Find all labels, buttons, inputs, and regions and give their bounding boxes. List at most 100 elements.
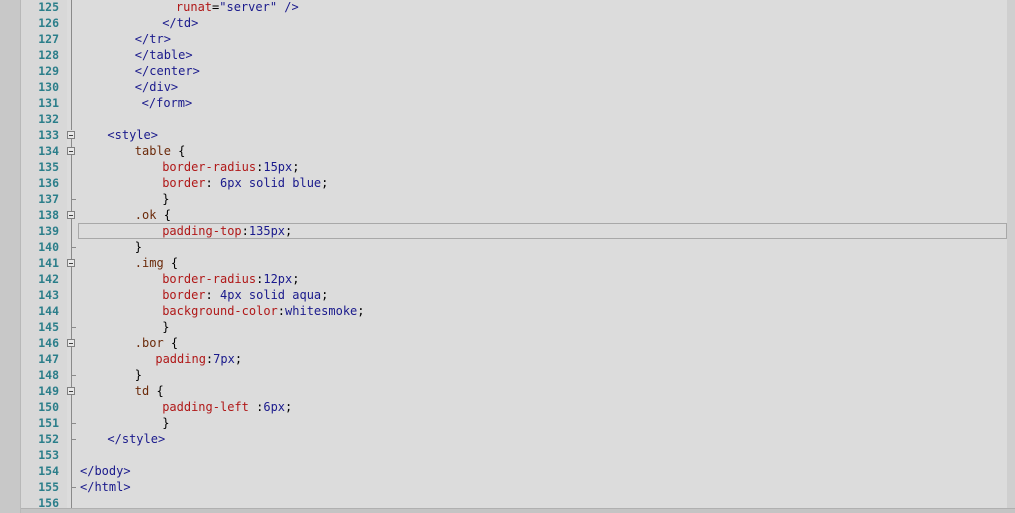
code-token: </td> (162, 16, 199, 30)
code-token: padding-left (162, 400, 257, 414)
code-token: border (162, 288, 206, 302)
code-line[interactable]: </html> (80, 479, 131, 495)
line-number: 145 (38, 320, 59, 334)
code-token: 4px solid aqua (220, 288, 322, 302)
code-token: ; (357, 304, 365, 318)
code-line[interactable]: } (162, 415, 169, 431)
collapse-toggle-icon[interactable] (67, 339, 75, 347)
line-number: 150 (38, 400, 59, 414)
code-line[interactable]: .bor { (135, 335, 178, 351)
line-number: 152 (38, 432, 59, 446)
code-token: ; (292, 272, 300, 286)
code-token: ; (285, 400, 293, 414)
outline-end-tick (71, 439, 76, 440)
outline-guide (71, 139, 72, 511)
code-token: : (205, 288, 220, 302)
code-line[interactable]: border-radius:15px; (162, 159, 299, 175)
vertical-scrollbar[interactable] (1007, 0, 1015, 513)
code-line[interactable]: </body> (80, 463, 131, 479)
code-line[interactable]: background-color:whitesmoke; (162, 303, 364, 319)
code-token: ; (321, 176, 329, 190)
code-line[interactable]: </div> (135, 79, 178, 95)
code-token: { (156, 384, 164, 398)
code-line[interactable]: </form> (142, 95, 193, 111)
collapse-toggle-icon[interactable] (67, 259, 75, 267)
outline-end-tick (71, 375, 76, 376)
code-line[interactable]: padding:7px; (155, 351, 242, 367)
code-token: padding (155, 352, 206, 366)
code-line[interactable]: } (135, 367, 142, 383)
code-token: .img (134, 256, 171, 270)
code-token: : (205, 176, 220, 190)
code-token: border (162, 176, 206, 190)
collapse-toggle-icon[interactable] (67, 131, 75, 139)
code-token: </form> (141, 96, 193, 110)
code-line[interactable]: .ok { (135, 207, 171, 223)
code-line[interactable]: border: 4px solid aqua; (162, 287, 328, 303)
code-token: } (162, 416, 170, 430)
collapse-toggle-icon[interactable] (67, 147, 75, 155)
line-number: 146 (38, 336, 59, 350)
code-line[interactable]: runat="server" /> (176, 0, 299, 15)
line-number: 143 (38, 288, 59, 302)
code-line[interactable]: } (162, 191, 169, 207)
line-number: 126 (38, 16, 59, 30)
code-line[interactable]: </td> (162, 15, 198, 31)
collapse-toggle-icon[interactable] (67, 387, 75, 395)
line-number: 140 (38, 240, 59, 254)
horizontal-scrollbar[interactable] (21, 508, 1015, 513)
code-token: </div> (134, 80, 179, 94)
outline-end-tick (71, 327, 76, 328)
code-token: { (178, 144, 186, 158)
code-token: </tr> (134, 32, 171, 46)
code-token: 6px solid blue (220, 176, 322, 190)
code-line[interactable]: padding-left :6px; (162, 399, 292, 415)
code-line[interactable]: .img { (135, 255, 178, 271)
code-line[interactable]: <style> (107, 127, 158, 143)
line-number: 155 (38, 480, 59, 494)
code-line[interactable]: </style> (107, 431, 165, 447)
code-line[interactable]: </tr> (135, 31, 171, 47)
line-number: 129 (38, 64, 59, 78)
code-token: "server" (219, 0, 278, 14)
code-token: { (163, 208, 171, 222)
code-token: { (170, 336, 179, 350)
line-number: 142 (38, 272, 59, 286)
code-token: /> (277, 0, 299, 14)
outlining-margin (67, 0, 77, 513)
outline-end-tick (71, 423, 76, 424)
code-line[interactable]: </table> (135, 47, 193, 63)
code-line[interactable]: } (135, 239, 142, 255)
code-token: background-color (162, 304, 278, 318)
code-token: </center> (134, 64, 200, 78)
code-text-area[interactable]: runat="server" /> </td> </tr> </table> </cen… (78, 0, 1007, 513)
code-line[interactable]: border-radius:12px; (162, 271, 299, 287)
code-line[interactable]: } (162, 319, 169, 335)
code-line[interactable]: </center> (135, 63, 200, 79)
code-token: border-radius (162, 272, 257, 286)
line-number: 148 (38, 368, 59, 382)
code-token: 12px (263, 272, 293, 286)
line-number: 138 (38, 208, 59, 222)
line-number: 137 (38, 192, 59, 206)
code-token: ; (292, 160, 300, 174)
code-token: .ok (134, 208, 164, 222)
outline-end-tick (71, 247, 76, 248)
outline-end-tick (71, 199, 76, 200)
code-line[interactable]: table { (135, 143, 186, 159)
code-token: : (277, 304, 286, 318)
code-token: </body> (80, 464, 131, 478)
code-editor[interactable]: runat="server" /> </td> </tr> </table> </cen… (0, 0, 1015, 513)
outline-end-tick (71, 487, 76, 488)
collapse-toggle-icon[interactable] (67, 211, 75, 219)
code-token: 7px (213, 352, 235, 366)
editor-left-margin (0, 0, 21, 513)
code-line[interactable]: border: 6px solid blue; (162, 175, 328, 191)
code-token: 15px (263, 160, 293, 174)
code-token: <style> (107, 128, 158, 142)
code-line[interactable]: td { (135, 383, 164, 399)
code-token: } (134, 368, 143, 382)
code-token: .bor (134, 336, 171, 350)
code-token: { (170, 256, 179, 270)
code-token: </html> (80, 480, 131, 494)
